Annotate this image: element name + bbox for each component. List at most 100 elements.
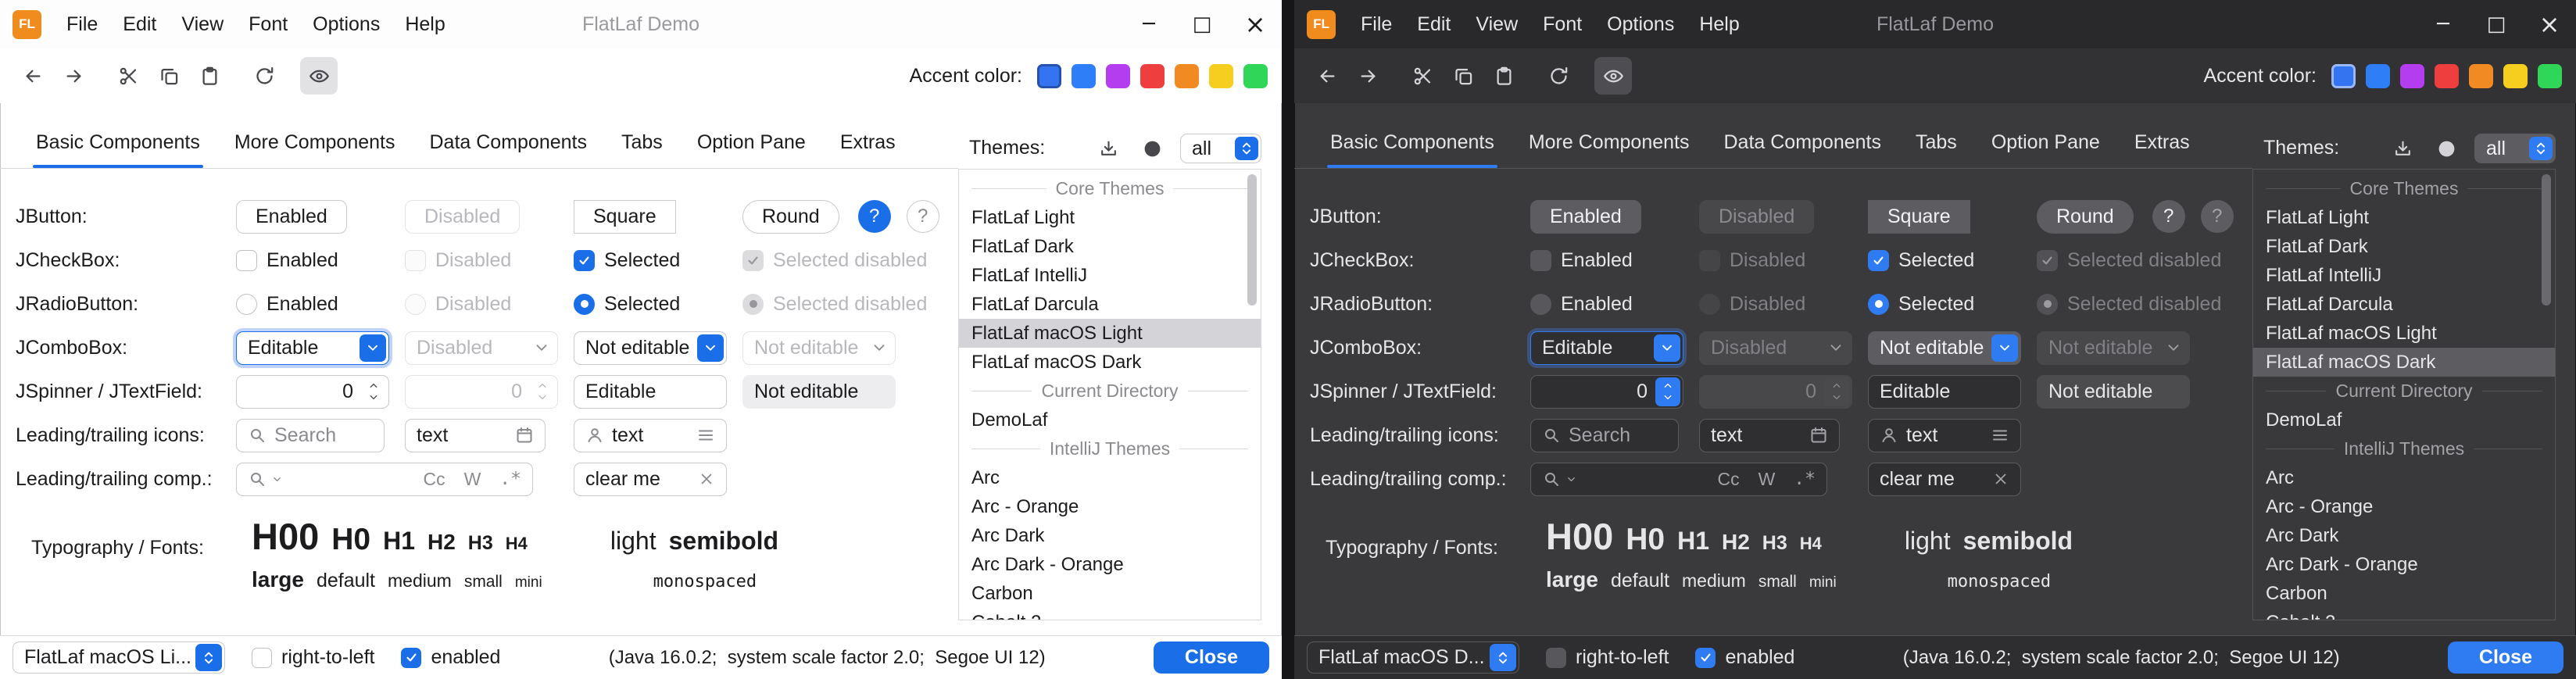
themes-filter-combobox[interactable]: all xyxy=(2474,134,2556,163)
whole-word-button[interactable]: W xyxy=(464,469,481,490)
checkbox-selected[interactable]: Selected xyxy=(1868,249,2021,272)
round-button[interactable]: Round xyxy=(742,200,839,234)
search-options-input[interactable]: Cc W .* xyxy=(236,463,533,496)
theme-item[interactable]: Arc Dark - Orange xyxy=(2253,550,2555,579)
spinner-enabled[interactable]: 0 xyxy=(1530,375,1683,409)
theme-item[interactable]: Arc - Orange xyxy=(2253,492,2555,521)
theme-item[interactable]: FlatLaf Light xyxy=(959,203,1261,232)
regex-button[interactable]: .* xyxy=(1794,469,1816,489)
scrollbar-thumb[interactable] xyxy=(1247,174,1257,306)
combobox-not-editable[interactable]: Not editable xyxy=(1868,331,2021,365)
minimize-button[interactable]: ─ xyxy=(2417,0,2470,48)
search-input[interactable]: Search xyxy=(1530,419,1679,452)
enabled-checkbox[interactable]: enabled xyxy=(401,646,500,669)
clear-icon[interactable] xyxy=(1992,470,2009,488)
clearable-input[interactable]: clear me xyxy=(574,463,727,496)
accent-swatch-selected[interactable] xyxy=(1037,64,1061,88)
checkbox-enabled[interactable]: Enabled xyxy=(1530,249,1683,272)
theme-item[interactable]: FlatLaf Dark xyxy=(959,232,1261,261)
tab-data-components[interactable]: Data Components xyxy=(412,131,604,168)
accent-swatch-blue[interactable] xyxy=(2366,64,2390,88)
radio-enabled[interactable]: Enabled xyxy=(236,293,389,316)
menu-view[interactable]: View xyxy=(1463,0,1530,48)
square-button[interactable]: Square xyxy=(574,200,676,234)
refresh-button[interactable] xyxy=(245,57,283,95)
theme-item[interactable]: Arc Dark - Orange xyxy=(959,550,1261,579)
theme-item-selected[interactable]: FlatLaf macOS Dark xyxy=(2253,348,2555,377)
accent-swatch-yellow[interactable] xyxy=(1209,64,1233,88)
date-input[interactable]: text xyxy=(405,419,546,452)
radio-selected[interactable]: Selected xyxy=(1868,293,2021,316)
round-button[interactable]: Round xyxy=(2037,200,2134,234)
menu-file[interactable]: File xyxy=(54,0,110,48)
theme-combobox[interactable]: FlatLaf macOS Li... xyxy=(13,641,225,674)
user-input[interactable]: text xyxy=(1868,419,2021,452)
right-to-left-checkbox[interactable]: right-to-left xyxy=(252,646,374,669)
forward-button[interactable] xyxy=(55,57,92,95)
menu-edit[interactable]: Edit xyxy=(1404,0,1463,48)
search-icon[interactable] xyxy=(248,470,267,488)
menu-options[interactable]: Options xyxy=(300,0,392,48)
theme-item[interactable]: FlatLaf macOS Light xyxy=(2253,319,2555,348)
themes-filter-combobox[interactable]: all xyxy=(1180,134,1261,163)
minimize-button[interactable]: ─ xyxy=(1122,0,1175,48)
chevron-down-icon[interactable] xyxy=(274,474,283,485)
menu-edit[interactable]: Edit xyxy=(110,0,169,48)
accent-swatch-purple[interactable] xyxy=(2400,64,2424,88)
hamburger-menu-icon[interactable] xyxy=(1991,426,2009,445)
calendar-icon[interactable] xyxy=(1809,426,1828,445)
chevron-down-icon[interactable] xyxy=(1654,334,1680,362)
accent-swatch-yellow[interactable] xyxy=(2503,64,2528,88)
help-button-primary[interactable]: ? xyxy=(2152,200,2185,233)
accent-swatch-orange[interactable] xyxy=(1175,64,1199,88)
spinner-updown-icon[interactable] xyxy=(361,377,386,406)
accent-swatch-purple[interactable] xyxy=(1106,64,1130,88)
copy-button[interactable] xyxy=(150,57,188,95)
maximize-button[interactable]: □ xyxy=(1175,0,1229,48)
chevron-down-icon[interactable] xyxy=(1991,334,2018,362)
paste-button[interactable] xyxy=(1485,57,1522,95)
back-button[interactable] xyxy=(14,57,52,95)
theme-item[interactable]: FlatLaf Darcula xyxy=(959,290,1261,319)
spinner-value[interactable]: 0 xyxy=(248,381,361,403)
close-dialog-button[interactable]: Close xyxy=(1154,641,1269,674)
maximize-button[interactable]: □ xyxy=(2470,0,2523,48)
spinner-enabled[interactable]: 0 xyxy=(236,375,389,409)
user-input[interactable]: text xyxy=(574,419,727,452)
spinner-updown-icon[interactable] xyxy=(1655,377,1680,406)
match-case-button[interactable]: Cc xyxy=(1717,469,1739,490)
combobox-editable[interactable]: Editable xyxy=(236,331,389,365)
chevron-down-icon[interactable] xyxy=(697,334,724,362)
cut-button[interactable] xyxy=(1404,57,1441,95)
menu-file[interactable]: File xyxy=(1348,0,1404,48)
enabled-button[interactable]: Enabled xyxy=(1530,200,1641,234)
clearable-input[interactable]: clear me xyxy=(1868,463,2021,496)
accent-swatch-selected[interactable] xyxy=(2331,64,2356,88)
combobox-not-editable[interactable]: Not editable xyxy=(574,331,727,365)
menu-font[interactable]: Font xyxy=(1530,0,1594,48)
help-button-primary[interactable]: ? xyxy=(858,200,891,233)
combobox-editable[interactable]: Editable xyxy=(1530,331,1683,365)
paste-button[interactable] xyxy=(191,57,228,95)
menu-help[interactable]: Help xyxy=(392,0,457,48)
theme-item-selected[interactable]: FlatLaf macOS Light xyxy=(959,319,1261,348)
accent-swatch-blue[interactable] xyxy=(1072,64,1096,88)
accent-swatch-green[interactable] xyxy=(1243,64,1268,88)
radio-enabled[interactable]: Enabled xyxy=(1530,293,1683,316)
github-button[interactable] xyxy=(2431,133,2462,164)
date-input[interactable]: text xyxy=(1699,419,1840,452)
tab-option-pane[interactable]: Option Pane xyxy=(680,131,823,168)
hamburger-menu-icon[interactable] xyxy=(696,426,715,445)
close-window-button[interactable]: × xyxy=(1229,0,1282,48)
tab-extras[interactable]: Extras xyxy=(823,131,913,168)
enabled-checkbox[interactable]: enabled xyxy=(1695,646,1794,669)
tab-basic-components[interactable]: Basic Components xyxy=(19,131,217,168)
accent-swatch-red[interactable] xyxy=(1140,64,1165,88)
checkbox-selected[interactable]: Selected xyxy=(574,249,727,272)
copy-button[interactable] xyxy=(1444,57,1482,95)
tab-option-pane[interactable]: Option Pane xyxy=(1974,131,2117,168)
theme-item[interactable]: FlatLaf IntelliJ xyxy=(959,261,1261,290)
download-theme-button[interactable] xyxy=(1093,133,1124,164)
search-options-input[interactable]: Cc W .* xyxy=(1530,463,1827,496)
help-button-secondary[interactable]: ? xyxy=(2201,200,2234,233)
